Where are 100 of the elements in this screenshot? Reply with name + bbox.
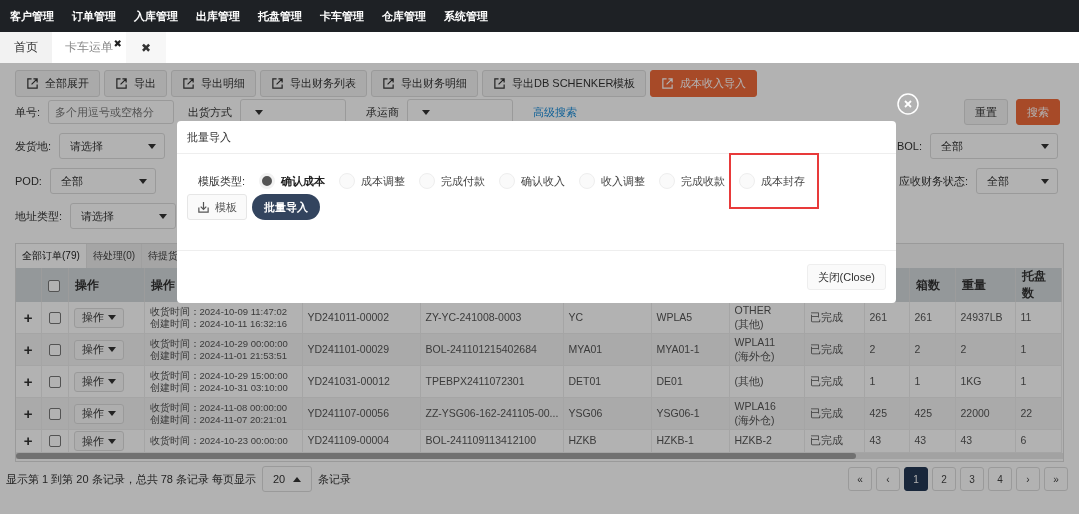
select-field[interactable]: 全部: [49, 168, 156, 194]
table-cell-text: 43: [960, 434, 974, 448]
export-icon: [182, 77, 195, 90]
toolbar-button[interactable]: 导出DB SCHENKER模板: [482, 70, 647, 97]
select-field[interactable]: 请选择: [70, 203, 177, 229]
nav-menu-item[interactable]: 订单管理: [72, 8, 116, 24]
nav-menu-item[interactable]: 系统管理: [444, 8, 488, 24]
radio-option[interactable]: 确认收入: [499, 173, 566, 189]
radio-option[interactable]: 成本调整: [339, 173, 406, 189]
select-field[interactable]: 全部: [976, 168, 1058, 194]
action-dropdown-button[interactable]: 操作: [73, 307, 124, 328]
filter-button[interactable]: 重置: [964, 99, 1008, 125]
radio-option[interactable]: 收入调整: [579, 173, 646, 189]
page-button[interactable]: »: [1044, 467, 1068, 491]
expand-button[interactable]: +: [23, 432, 33, 450]
table-cell-text: YC: [568, 310, 585, 325]
caret-icon: [1041, 178, 1049, 184]
page-button[interactable]: ‹: [876, 467, 900, 491]
caret-icon: [1041, 143, 1049, 149]
table-cell-text: 1: [1020, 374, 1028, 389]
field-label: 地址类型:: [15, 208, 63, 224]
toolbar-button[interactable]: 导出明细: [171, 70, 256, 97]
table-cell-text: 2: [869, 342, 877, 357]
table-cell-text: YD241101-00029: [307, 342, 391, 357]
page-button[interactable]: 1: [904, 467, 928, 491]
field-label: BOL:: [896, 140, 922, 152]
table-cell-text: YSG06-1: [656, 406, 701, 421]
action-dropdown-button[interactable]: 操作: [73, 403, 124, 424]
toolbar-button[interactable]: 导出财务明细: [371, 70, 478, 97]
order-number-field[interactable]: 多个用逗号或空格分: [48, 100, 175, 124]
nav-menu-item[interactable]: 出库管理: [196, 8, 240, 24]
select-all-checkbox[interactable]: [47, 279, 60, 292]
table-cell-text: 1: [914, 374, 922, 389]
table-cell-text: WPLA5: [656, 310, 694, 325]
table-cell-text: MYA01-1: [656, 342, 701, 357]
radio-option[interactable]: 完成收款: [659, 173, 726, 189]
table-cell-text: 22: [1020, 406, 1034, 421]
action-dropdown-button[interactable]: 操作: [73, 339, 124, 360]
toolbar-button[interactable]: 导出: [104, 70, 167, 97]
toolbar-button[interactable]: 导出财务列表: [260, 70, 367, 97]
page-button[interactable]: 3: [960, 467, 984, 491]
radio-option[interactable]: 完成付款: [419, 173, 486, 189]
page-button[interactable]: 4: [988, 467, 1012, 491]
row-checkbox[interactable]: [48, 343, 61, 356]
scrollbar-thumb[interactable]: [16, 453, 856, 459]
table-cell-text: 43: [869, 434, 883, 448]
table-cell-text: 425: [869, 406, 889, 421]
expand-button[interactable]: +: [23, 308, 33, 326]
close-button[interactable]: 关闭(Close): [806, 264, 886, 290]
caret-icon: [107, 379, 116, 384]
radio-option[interactable]: 确认成本: [259, 173, 326, 189]
table-cell-text: YD241031-00012: [307, 374, 391, 389]
action-dropdown-button[interactable]: 操作: [73, 371, 124, 392]
import-button[interactable]: 批量导入: [252, 194, 320, 220]
radio-option[interactable]: 成本封存: [731, 155, 818, 207]
page-tab[interactable]: 首页: [0, 32, 52, 63]
time-text: 收货时间：2024-10-09 11:47:02: [149, 306, 288, 318]
tab-close-button[interactable]: ✖: [113, 38, 122, 49]
page-size-select[interactable]: 20: [262, 466, 313, 492]
select-field[interactable]: 请选择: [59, 133, 166, 159]
select-field[interactable]: 全部: [930, 133, 1058, 159]
table-cell-text: 已完成: [809, 342, 844, 357]
table-cell-text: 22000: [960, 406, 991, 421]
page-button[interactable]: 2: [932, 467, 956, 491]
time-text: 收货时间：2024-10-29 00:00:00: [149, 338, 289, 350]
toolbar-button[interactable]: 全部展开: [15, 70, 100, 97]
action-dropdown-button[interactable]: 操作: [73, 431, 124, 451]
template-button[interactable]: 模板: [187, 194, 247, 220]
table-cell-text: HZKB: [568, 434, 598, 448]
expand-button[interactable]: +: [23, 372, 33, 390]
table-cell-text: OTHER: [734, 303, 773, 318]
nav-menu-item[interactable]: 托盘管理: [258, 8, 302, 24]
table-cell-text: (其他): [734, 317, 765, 332]
close-all-tab[interactable]: ✖: [126, 32, 166, 63]
row-checkbox[interactable]: [48, 375, 61, 388]
status-tab[interactable]: 待处理(0): [86, 244, 143, 268]
caret-icon: [107, 411, 116, 416]
close-icon[interactable]: [897, 93, 919, 115]
row-checkbox[interactable]: [48, 435, 61, 448]
column-header: 托盘数: [1021, 269, 1046, 300]
nav-menu-item[interactable]: 入库管理: [134, 8, 178, 24]
row-checkbox[interactable]: [48, 311, 61, 324]
export-icon: [661, 77, 675, 90]
nav-menu-item[interactable]: 客户管理: [10, 8, 54, 24]
table-cell-text: 24937LB: [960, 310, 1004, 325]
scrollbar[interactable]: [16, 453, 1063, 459]
caret-icon: [107, 438, 116, 444]
field-label: 单号:: [15, 104, 41, 120]
table-cell-text: WPLA16: [734, 399, 777, 414]
page-button[interactable]: «: [848, 467, 872, 491]
nav-menu-item[interactable]: 仓库管理: [382, 8, 426, 24]
status-tab[interactable]: 全部订单(79): [16, 244, 87, 268]
export-icon: [271, 77, 284, 90]
time-text: 创建时间：2024-10-11 16:32:16: [149, 317, 288, 329]
caret-icon: [107, 347, 116, 352]
nav-menu-item[interactable]: 卡车管理: [320, 8, 364, 24]
column-header: 操作: [150, 277, 175, 292]
page-button[interactable]: ›: [1016, 467, 1040, 491]
table-cell-text: HZKB-2: [734, 434, 773, 448]
row-checkbox[interactable]: [48, 407, 61, 420]
